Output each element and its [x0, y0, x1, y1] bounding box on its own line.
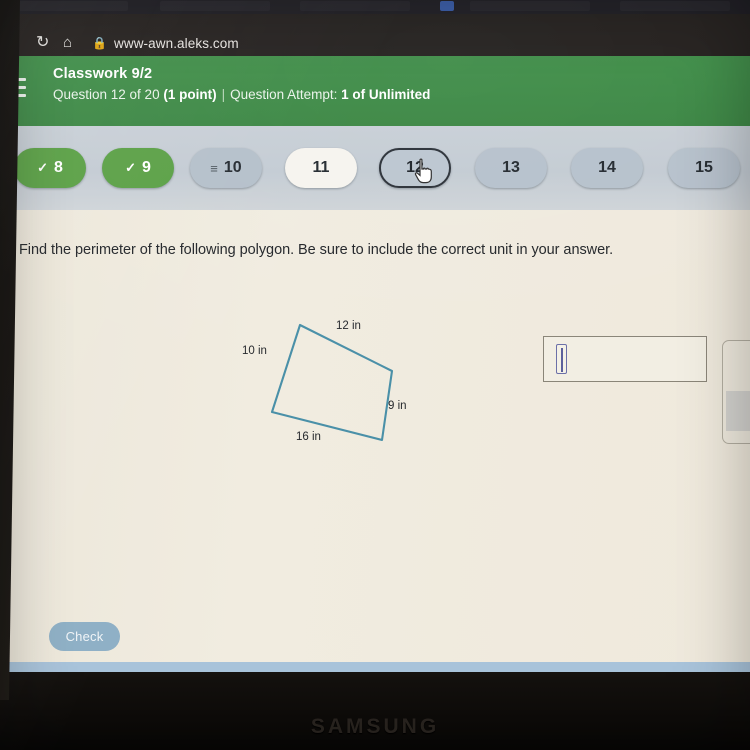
browser-tab[interactable]	[300, 1, 410, 11]
question-pill-9[interactable]: ✓ 9	[102, 148, 174, 188]
question-pill-12[interactable]: 12	[379, 148, 451, 188]
course-title: Classwork 9/2	[53, 66, 153, 82]
browser-tab[interactable]	[160, 1, 270, 11]
browser-tab-favicon	[440, 1, 454, 11]
side-label-right: 9 in	[388, 400, 407, 412]
question-pill-label: 8	[54, 159, 63, 176]
question-pill-11[interactable]: 11	[285, 148, 357, 188]
lock-icon: 🔒	[92, 36, 107, 50]
question-meta: Question 12 of 20 (1 point) | Question Att…	[53, 87, 430, 102]
question-pill-label: 14	[598, 159, 616, 176]
question-points: (1 point)	[163, 87, 217, 102]
polygon-shape	[270, 323, 394, 442]
question-pill-label: 13	[502, 159, 520, 176]
monitor-photo: ↻ ⌂ 🔒 www-awn.aleks.com Classwork 9/2 Qu…	[0, 0, 750, 750]
browser-tab[interactable]	[470, 1, 590, 11]
side-label-bottom: 16 in	[296, 431, 321, 443]
question-pill-15[interactable]: 15	[668, 148, 740, 188]
check-button-label: Check	[65, 629, 104, 644]
partial-credit-icon: ≡	[210, 160, 218, 176]
question-pill-10[interactable]: ≡ 10	[190, 148, 262, 188]
meta-separator: |	[221, 87, 226, 102]
answer-input[interactable]	[543, 336, 707, 382]
math-tool-panel[interactable]	[722, 340, 750, 444]
text-entry-caret-icon	[556, 344, 567, 374]
question-pill-label: 9	[142, 159, 151, 176]
question-pill-8[interactable]: ✓ 8	[14, 148, 86, 188]
browser-tab[interactable]	[620, 1, 730, 11]
url-bar-text[interactable]: www-awn.aleks.com	[114, 36, 239, 51]
attempt-value: 1 of Unlimited	[341, 87, 431, 102]
attempt-label: Question Attempt:	[230, 87, 342, 102]
check-button[interactable]: Check	[49, 622, 120, 651]
side-label-left: 10 in	[242, 345, 267, 357]
browser-toolbar: ↻ ⌂ 🔒 www-awn.aleks.com	[0, 14, 750, 56]
check-mark-icon: ✓	[37, 160, 48, 175]
question-prompt-text: Find the perimeter of the following poly…	[19, 242, 614, 258]
question-pill-14[interactable]: 14	[571, 148, 643, 188]
home-icon[interactable]: ⌂	[63, 35, 72, 50]
question-pill-label: 15	[695, 159, 713, 176]
tool-panel-button[interactable]	[726, 391, 750, 431]
question-pill-13[interactable]: 13	[475, 148, 547, 188]
browser-tab-strip[interactable]	[0, 0, 750, 14]
question-pill-label: 10	[223, 159, 242, 176]
side-label-top: 12 in	[336, 320, 361, 332]
monitor-brand-label: SAMSUNG	[310, 715, 440, 738]
browser-tab[interactable]	[8, 1, 128, 11]
quadrilateral-outline	[270, 323, 394, 442]
question-pill-label: 12	[406, 159, 424, 176]
question-pill-label: 11	[312, 159, 330, 176]
polygon-figure: 12 in 10 in 9 in 16 in	[228, 305, 438, 460]
check-mark-icon: ✓	[125, 160, 136, 175]
question-position: Question 12 of 20	[53, 87, 164, 102]
reload-icon[interactable]: ↻	[36, 35, 49, 51]
